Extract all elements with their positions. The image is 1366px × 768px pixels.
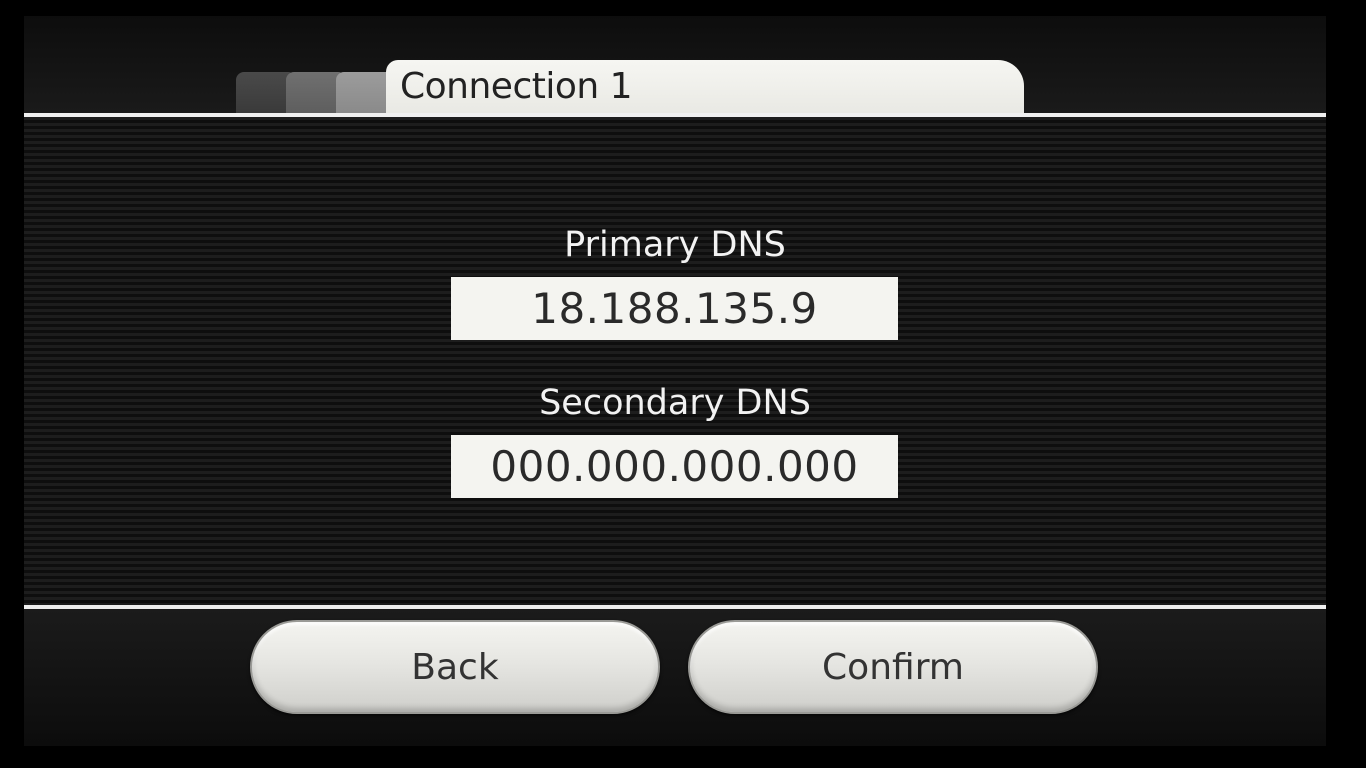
footer-band: [24, 609, 1326, 746]
primary-dns-label: Primary DNS: [564, 225, 786, 265]
primary-dns-value: 18.188.135.9: [531, 284, 818, 333]
confirm-button[interactable]: Confirm: [688, 620, 1098, 714]
wii-settings-screen: Connection 1 Primary DNS 18.188.135.9 Se…: [24, 16, 1326, 746]
title-tab: Connection 1: [386, 60, 1024, 113]
back-button-label: Back: [411, 646, 499, 688]
secondary-dns-label: Secondary DNS: [539, 383, 811, 423]
back-button[interactable]: Back: [250, 620, 660, 714]
secondary-dns-field[interactable]: 000.000.000.000: [451, 435, 898, 498]
secondary-dns-value: 000.000.000.000: [490, 442, 859, 491]
confirm-button-label: Confirm: [822, 646, 964, 688]
page-title: Connection 1: [400, 66, 633, 107]
dns-settings-panel: Primary DNS 18.188.135.9 Secondary DNS 0…: [24, 117, 1326, 605]
primary-dns-field[interactable]: 18.188.135.9: [451, 277, 898, 340]
